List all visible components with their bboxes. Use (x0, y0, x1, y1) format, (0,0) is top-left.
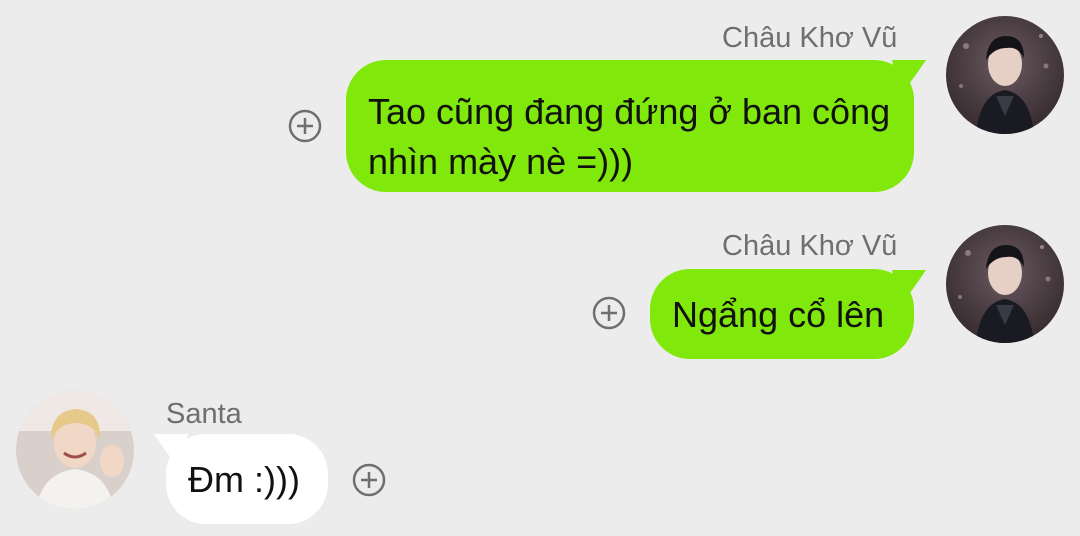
plus-circle-icon[interactable] (352, 463, 386, 497)
message-text: Ngẩng cổ lên (672, 294, 885, 335)
chat-thread: Châu Khơ Vũ Tao cũng đang đứng ở ban côn… (0, 0, 1080, 536)
incoming-message-bubble[interactable]: Đm :))) (166, 434, 328, 524)
plus-circle-icon[interactable] (592, 296, 626, 330)
sender-name: Santa (166, 398, 242, 430)
sender-name: Châu Khơ Vũ (722, 22, 898, 54)
outgoing-message-bubble[interactable]: Tao cũng đang đứng ở ban công nhìn mày n… (346, 60, 914, 192)
user-avatar-photo[interactable] (946, 225, 1064, 343)
user-avatar-photo[interactable] (16, 391, 134, 509)
message-text-line: nhìn mày nè =))) (368, 141, 634, 182)
message-text: Đm :))) (188, 459, 300, 500)
sender-name: Châu Khơ Vũ (722, 230, 898, 262)
outgoing-message-bubble[interactable]: Ngẩng cổ lên (650, 269, 914, 359)
plus-circle-icon[interactable] (288, 109, 322, 143)
message-text-line: Tao cũng đang đứng ở ban công (368, 91, 891, 132)
user-avatar-photo[interactable] (946, 16, 1064, 134)
